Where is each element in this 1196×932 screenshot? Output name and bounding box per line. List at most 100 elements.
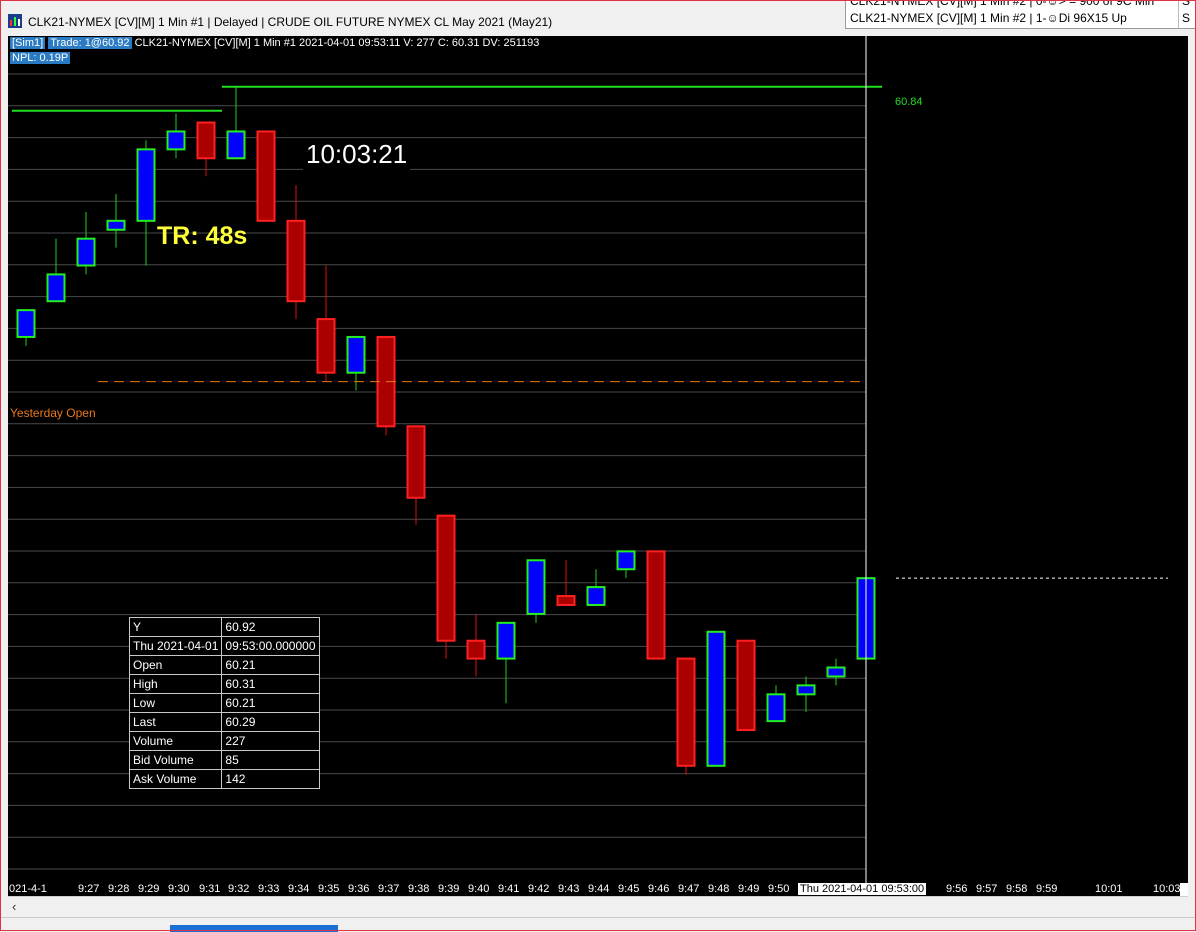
candle-up	[616, 550, 636, 571]
candle-up	[766, 693, 786, 723]
chart-app-icon	[8, 14, 22, 28]
time-tick-label: 9:31	[199, 883, 221, 895]
candle-up	[166, 130, 186, 151]
data-box-value: 142	[221, 769, 320, 789]
time-tick-label: 9:56	[946, 883, 968, 895]
data-box-value: 60.21	[221, 693, 320, 713]
data-box-row: Low 60.21	[128, 693, 320, 713]
horizontal-scrollbar[interactable]: ‹	[8, 896, 1188, 917]
candle-down	[406, 425, 426, 499]
time-tick-label: 9:37	[378, 883, 400, 895]
data-box-value: 227	[221, 731, 320, 751]
npl-badge: NPL: 0.19P	[10, 52, 71, 64]
data-box-value: 60.31	[221, 674, 320, 694]
candle-up	[76, 237, 96, 267]
data-box-key: Y	[128, 617, 223, 637]
time-tick-label: 9:57	[976, 883, 998, 895]
candle-down	[646, 550, 666, 660]
bar-details: CLK21-NYMEX [CV][M] 1 Min #1 2021-04-01 …	[134, 37, 540, 49]
data-box-key: Last	[128, 712, 223, 732]
chart-list-popup[interactable]: CLK21-NYMEX [CV][M] 1 Min #2 | 0-☺> = 90…	[845, 0, 1196, 29]
time-axis[interactable]: 021-4-1 9:27 9:28 9:29 9:30 9:31 9:32 9:33 9:34 9…	[8, 883, 1188, 896]
candle-up	[706, 630, 726, 767]
chart-header: [Sim1] Trade: 1@60.92 CLK21-NYMEX [CV][M…	[10, 37, 539, 49]
time-tick-label: 9:38	[408, 883, 430, 895]
time-tick-label: 9:43	[558, 883, 580, 895]
time-tick-label: 9:39	[438, 883, 460, 895]
trade-info[interactable]: Trade: 1@60.92	[48, 37, 132, 49]
time-tick-label: 9:44	[588, 883, 610, 895]
data-box-key: Volume	[128, 731, 223, 751]
axis-corner	[1180, 883, 1188, 896]
time-tick-label: 9:59	[1036, 883, 1058, 895]
popup-row-2[interactable]: CLK21-NYMEX [CV][M] 1 Min #2 | 1-☺Di 96X…	[850, 11, 1127, 25]
clock-display: 10:03:21	[303, 139, 411, 170]
data-box-key: High	[128, 674, 223, 694]
time-tick-label: 9:49	[738, 883, 760, 895]
data-box-value: 60.92	[221, 617, 320, 637]
candle-down	[676, 657, 696, 767]
candle-down	[556, 595, 576, 606]
time-tick-label: 9:35	[318, 883, 340, 895]
data-box-row: High 60.31	[128, 674, 320, 694]
tool-values-window[interactable]: Y 60.92 Thu 2021-04-01 09:53:00.000000 Open 6…	[128, 617, 320, 789]
scroll-left-icon[interactable]: ‹	[12, 899, 16, 914]
time-tick-label: 9:45	[618, 883, 640, 895]
candle-up	[136, 148, 156, 222]
time-tick-label: 9:40	[468, 883, 490, 895]
window-frame-left	[0, 36, 8, 916]
popup-row-1-tail: S	[1182, 0, 1191, 8]
popup-separator	[1178, 0, 1179, 28]
candle-up	[106, 219, 126, 231]
data-box-row: Thu 2021-04-01 09:53:00.000000	[128, 636, 320, 656]
time-tick-label: 9:48	[708, 883, 730, 895]
data-box-row: Bid Volume 85	[128, 750, 320, 770]
time-tick-label: 9:32	[228, 883, 250, 895]
time-tick-label: 9:46	[648, 883, 670, 895]
yesterday-open-label: Yesterday Open	[10, 406, 96, 420]
window-frame-right	[1188, 36, 1196, 916]
data-box-row: Open 60.21	[128, 655, 320, 675]
time-tick-label: 10:01	[1095, 883, 1123, 895]
data-box-key: Low	[128, 693, 223, 713]
data-box-row: Y 60.92	[128, 617, 320, 637]
data-box-key: Bid Volume	[128, 750, 223, 770]
data-box-key: Thu 2021-04-01	[128, 636, 223, 656]
time-tick-label: 9:27	[78, 883, 100, 895]
time-tick-label: 9:33	[258, 883, 280, 895]
time-tick-label: 9:50	[768, 883, 790, 895]
popup-row-2-tail: S	[1182, 11, 1191, 25]
time-tick-label: 9:30	[168, 883, 190, 895]
data-box-value: 60.21	[221, 655, 320, 675]
data-box-value: 09:53:00.000000	[221, 636, 320, 656]
candle-down	[196, 121, 216, 160]
sim-account[interactable]: [Sim1]	[10, 37, 46, 49]
candle-up	[46, 273, 66, 303]
candle-up	[496, 621, 516, 660]
chart-window: CLK21-NYMEX [CV][M] 1 Min #1 | Delayed |…	[0, 0, 1196, 932]
time-tick-label: 9:47	[678, 883, 700, 895]
chartbook-tab-strip	[0, 917, 1196, 932]
candle-up	[526, 559, 546, 615]
candle-down	[316, 318, 336, 374]
candle-up	[16, 309, 36, 338]
chart-panel[interactable]: [Sim1] Trade: 1@60.92 CLK21-NYMEX [CV][M…	[8, 36, 1188, 883]
data-box-value: 60.29	[221, 712, 320, 732]
candle-down	[436, 514, 456, 642]
time-tick-label: 9:28	[108, 883, 130, 895]
window-title: CLK21-NYMEX [CV][M] 1 Min #1 | Delayed |…	[28, 15, 553, 29]
time-tick-label: 9:34	[288, 883, 310, 895]
data-box-row: Volume 227	[128, 731, 320, 751]
time-tick-label: 9:36	[348, 883, 370, 895]
candle-up	[826, 666, 846, 678]
candle-up	[346, 335, 366, 374]
time-tick-label: Thu 2021-04-01 09:53:00	[798, 883, 927, 895]
candle-down	[466, 639, 486, 660]
candle-up	[586, 586, 606, 606]
data-box-row: Last 60.29	[128, 712, 320, 732]
bar-timer: TR: 48s	[157, 222, 248, 250]
time-tick-label: 10:03	[1153, 883, 1181, 895]
popup-row-1[interactable]: CLK21-NYMEX [CV][M] 1 Min #2 | 0-☺> = 90…	[850, 0, 1154, 8]
candle-up	[796, 684, 816, 696]
time-tick-label: 9:42	[528, 883, 550, 895]
